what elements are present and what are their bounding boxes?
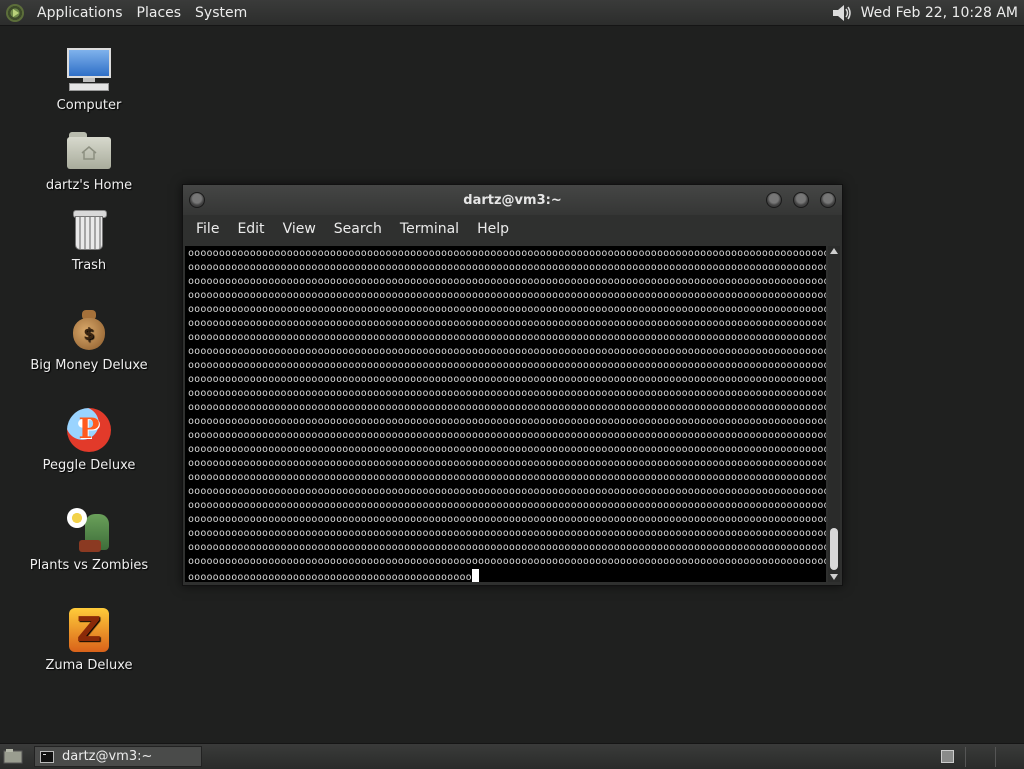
taskbar-terminal-button[interactable]: dartz@vm3:~	[34, 746, 202, 767]
top-panel: Applications Places System Wed Feb 22, 1…	[0, 0, 1024, 26]
computer-icon	[65, 46, 113, 94]
terminal-icon	[40, 750, 54, 763]
terminal-line: oooooooooooooooooooooooooooooooooooooooo…	[188, 276, 826, 287]
scroll-thumb[interactable]	[830, 528, 838, 570]
desktop-icon-computer[interactable]: Computer	[19, 46, 159, 113]
desktop-icon-label: Peggle Deluxe	[42, 458, 136, 473]
terminal-line: oooooooooooooooooooooooooooooooooooooooo…	[188, 360, 826, 371]
terminal-line: oooooooooooooooooooooooooooooooooooooooo…	[188, 374, 826, 385]
desktop-icon-label: Zuma Deluxe	[45, 658, 133, 673]
workspace-3[interactable]	[995, 747, 1022, 767]
terminal-line: oooooooooooooooooooooooooooooooooooooooo…	[188, 472, 826, 483]
close-button[interactable]	[820, 192, 836, 208]
distro-logo-icon[interactable]	[6, 3, 24, 22]
menu-search[interactable]: Search	[325, 221, 391, 237]
desktop-icon-plants-vs-zombies[interactable]: Plants vs Zombies	[19, 506, 159, 573]
minimize-button[interactable]	[766, 192, 782, 208]
money-bag-icon: $	[65, 306, 113, 354]
menu-help[interactable]: Help	[468, 221, 518, 237]
desktop-icon-label: Computer	[56, 98, 122, 113]
peggle-icon: P	[65, 406, 113, 454]
terminal-line: oooooooooooooooooooooooooooooooooooooooo…	[188, 318, 826, 329]
desktop-icon-trash[interactable]: Trash	[19, 206, 159, 273]
workspace-1[interactable]	[941, 750, 954, 763]
trash-icon	[65, 206, 113, 254]
terminal-scrollbar[interactable]	[828, 246, 840, 582]
desktop-icon-label: Trash	[71, 258, 107, 273]
window-title: dartz@vm3:~	[463, 192, 562, 208]
taskbar-label: dartz@vm3:~	[62, 749, 153, 764]
terminal-line: oooooooooooooooooooooooooooooooooooooooo…	[188, 290, 826, 301]
zuma-icon: Z	[65, 606, 113, 654]
plants-vs-zombies-icon	[65, 506, 113, 554]
text-cursor	[471, 569, 479, 582]
maximize-button[interactable]	[793, 192, 809, 208]
menu-terminal[interactable]: Terminal	[391, 221, 468, 237]
terminal-line: oooooooooooooooooooooooooooooooooooooooo…	[188, 514, 826, 525]
speaker-icon[interactable]	[831, 3, 853, 23]
terminal-line: oooooooooooooooooooooooooooooooooooooooo…	[188, 304, 826, 315]
terminal-line: oooooooooooooooooooooooooooooooooooooooo…	[188, 542, 826, 553]
terminal-line: oooooooooooooooooooooooooooooooooooooooo…	[188, 402, 826, 413]
bottom-panel: dartz@vm3:~	[0, 743, 1024, 769]
desktop-icon-peggle[interactable]: P Peggle Deluxe	[19, 406, 159, 473]
clock[interactable]: Wed Feb 22, 10:28 AM	[861, 5, 1018, 21]
terminal-line: oooooooooooooooooooooooooooooooooooooooo…	[188, 569, 826, 582]
desktop-icon-home[interactable]: dartz's Home	[19, 126, 159, 193]
terminal-line: oooooooooooooooooooooooooooooooooooooooo…	[188, 444, 826, 455]
terminal-line: oooooooooooooooooooooooooooooooooooooooo…	[188, 556, 826, 567]
terminal-line: oooooooooooooooooooooooooooooooooooooooo…	[188, 346, 826, 357]
system-menu[interactable]: System	[188, 5, 254, 21]
workspace-2[interactable]	[965, 747, 992, 767]
terminal-line: oooooooooooooooooooooooooooooooooooooooo…	[188, 528, 826, 539]
terminal-line: oooooooooooooooooooooooooooooooooooooooo…	[188, 416, 826, 427]
panel-tray: Wed Feb 22, 10:28 AM	[831, 3, 1024, 23]
show-desktop-icon[interactable]	[3, 748, 23, 764]
scroll-down-arrow-icon[interactable]	[830, 574, 838, 580]
home-folder-icon	[65, 126, 113, 174]
desktop-icon-big-money[interactable]: $ Big Money Deluxe	[19, 306, 159, 373]
desktop-icon-label: Big Money Deluxe	[30, 358, 148, 373]
terminal-line: oooooooooooooooooooooooooooooooooooooooo…	[188, 458, 826, 469]
desktop-icon-label: Plants vs Zombies	[29, 558, 149, 573]
applications-menu[interactable]: Applications	[30, 5, 130, 21]
places-menu[interactable]: Places	[130, 5, 189, 21]
window-menu-button[interactable]	[189, 192, 205, 208]
terminal-line: oooooooooooooooooooooooooooooooooooooooo…	[188, 430, 826, 441]
terminal-line: oooooooooooooooooooooooooooooooooooooooo…	[188, 248, 826, 259]
desktop-icon-zuma[interactable]: Z Zuma Deluxe	[19, 606, 159, 673]
menu-file[interactable]: File	[187, 221, 228, 237]
terminal-lines: oooooooooooooooooooooooooooooooooooooooo…	[185, 246, 826, 582]
terminal-line: oooooooooooooooooooooooooooooooooooooooo…	[188, 388, 826, 399]
terminal-menubar: File Edit View Search Terminal Help	[183, 215, 842, 243]
terminal-output[interactable]: oooooooooooooooooooooooooooooooooooooooo…	[185, 246, 826, 582]
window-titlebar[interactable]: dartz@vm3:~	[183, 185, 842, 215]
scroll-up-arrow-icon[interactable]	[830, 248, 838, 254]
menu-edit[interactable]: Edit	[228, 221, 273, 237]
desktop-icon-label: dartz's Home	[45, 178, 133, 193]
menu-view[interactable]: View	[274, 221, 325, 237]
terminal-line: oooooooooooooooooooooooooooooooooooooooo…	[188, 332, 826, 343]
terminal-window[interactable]: dartz@vm3:~ File Edit View Search Termin…	[182, 184, 843, 586]
terminal-line: oooooooooooooooooooooooooooooooooooooooo…	[188, 262, 826, 273]
terminal-line: oooooooooooooooooooooooooooooooooooooooo…	[188, 486, 826, 497]
terminal-line: oooooooooooooooooooooooooooooooooooooooo…	[188, 500, 826, 511]
